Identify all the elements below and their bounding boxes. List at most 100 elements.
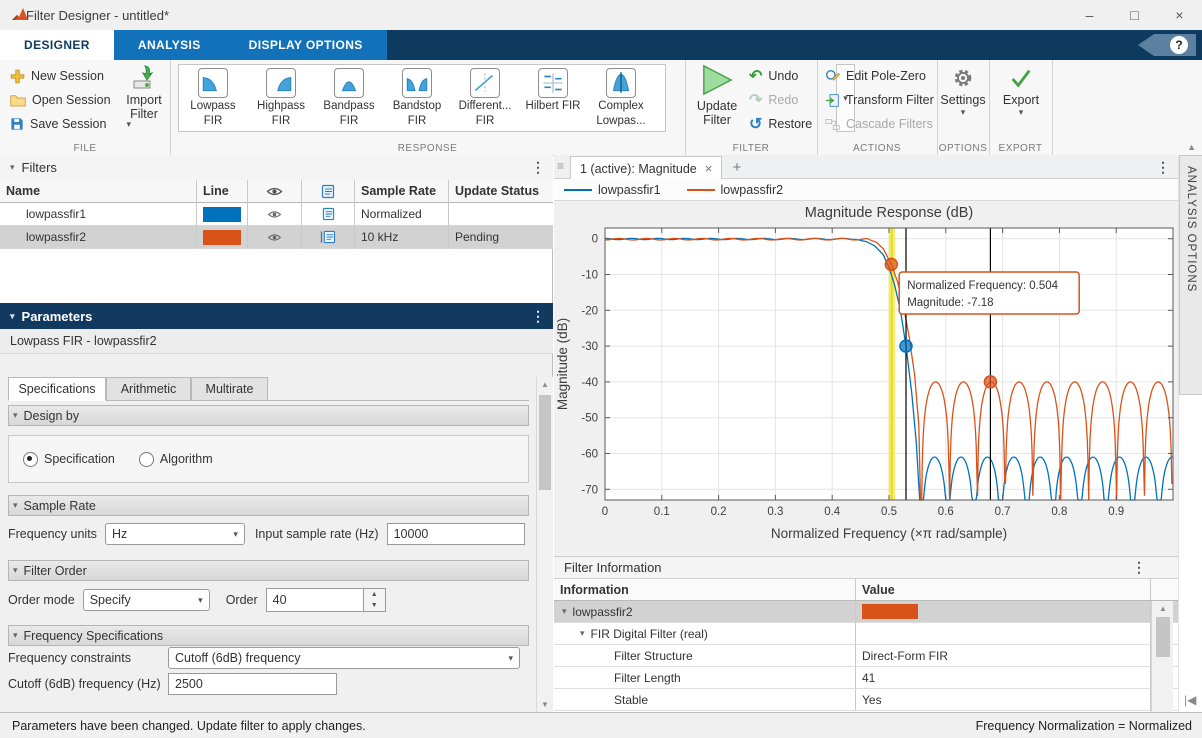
filter-row-lowpassfir2[interactable]: lowpassfir2 10 kHz Pending — [0, 226, 553, 249]
scroll-up-icon[interactable]: ▲ — [1152, 601, 1174, 616]
tab-arithmetic[interactable]: Arithmetic — [106, 377, 191, 401]
cascade-filters-button[interactable]: Cascade Filters — [825, 114, 933, 134]
close-button[interactable]: × — [1157, 0, 1202, 30]
tab-specifications[interactable]: Specifications — [8, 377, 106, 401]
sample-rate-header[interactable]: ▾ Sample Rate — [8, 495, 529, 516]
radio-algorithm[interactable]: Algorithm — [139, 452, 213, 467]
tree-expand-icon[interactable]: ▾ — [562, 606, 567, 617]
status-bar: Parameters have been changed. Update fil… — [0, 712, 1202, 738]
parameters-scrollbar[interactable]: ▲ ▼ — [536, 377, 553, 712]
restore-button[interactable]: ↺ Restore — [749, 114, 812, 134]
tree-expand-icon[interactable]: ▾ — [580, 628, 585, 639]
gallery-item-lowpass-fir[interactable]: Lowpass FIR — [179, 65, 247, 129]
order-mode-dropdown[interactable]: Specify ▾ — [83, 589, 210, 611]
frequency-constraints-label: Frequency constraints — [8, 651, 131, 665]
eye-icon — [267, 232, 282, 243]
filters-menu-icon[interactable]: ⋮ — [531, 159, 545, 176]
open-session-button[interactable]: Open Session — [10, 90, 111, 110]
tab-analysis[interactable]: ANALYSIS — [114, 30, 225, 60]
svg-text:0.1: 0.1 — [654, 506, 670, 518]
order-field[interactable]: 40 — [266, 588, 364, 612]
filter-info-menu-icon[interactable]: ⋮ — [1132, 559, 1146, 576]
info-row-fir-digital-filter[interactable]: ▾ FIR Digital Filter (real) — [554, 623, 1178, 645]
transform-filter-button[interactable]: Transform Filter — [825, 90, 934, 110]
tab-multirate[interactable]: Multirate — [191, 377, 268, 401]
line-color-swatch[interactable] — [203, 230, 241, 245]
visibility-cell[interactable] — [248, 226, 302, 249]
design-by-header[interactable]: ▾ Design by — [8, 405, 529, 426]
svg-text:-10: -10 — [581, 270, 598, 282]
sample-rate-cell: Normalized — [355, 203, 449, 226]
radio-specification[interactable]: Specification — [23, 452, 115, 467]
file-section: New Session Open Session Save Session ▾ … — [0, 60, 171, 155]
spinner-down-icon[interactable]: ▼ — [364, 600, 385, 611]
undo-button[interactable]: ↶ Undo — [749, 66, 798, 86]
parameters-collapse-icon[interactable]: ▾ — [10, 311, 15, 322]
export-button[interactable]: Export ▾ — [997, 66, 1045, 118]
annotation-cell[interactable] — [302, 226, 355, 249]
save-session-button[interactable]: Save Session ▾ — [10, 114, 131, 134]
plot-tab-magnitude[interactable]: 1 (active): Magnitude × — [570, 156, 722, 180]
frequency-specs-header[interactable]: ▾ Frequency Specifications — [8, 625, 529, 646]
edit-pole-zero-button[interactable]: Edit Pole-Zero — [825, 66, 926, 86]
frequency-units-dropdown-icon: ▾ — [233, 529, 238, 540]
frequency-units-label: Frequency units — [8, 527, 97, 541]
filter-order-header[interactable]: ▾ Filter Order — [8, 560, 529, 581]
info-label-cell: Filter Structure — [554, 645, 856, 667]
ribbon-collapse-icon[interactable]: ▲ — [1187, 142, 1196, 152]
gallery-item-hilbert-fir[interactable]: Hilbert FIR — [519, 65, 587, 129]
scrollbar-thumb[interactable] — [1156, 617, 1170, 657]
cutoff-frequency-field[interactable]: 2500 — [168, 673, 337, 695]
panel-grip-icon[interactable]: ≡ — [557, 159, 564, 173]
svg-text:0.4: 0.4 — [824, 506, 841, 518]
line-color-swatch[interactable] — [203, 207, 241, 222]
redo-button[interactable]: ↷ Redo — [749, 90, 798, 110]
maximize-button[interactable]: □ — [1112, 0, 1157, 30]
gallery-item-complex-lowpass[interactable]: Complex Lowpas... — [587, 65, 655, 129]
filters-collapse-icon[interactable]: ▾ — [10, 162, 15, 173]
legend-item-lowpassfir1: lowpassfir1 — [564, 183, 661, 197]
spinner-up-icon[interactable]: ▲ — [364, 589, 385, 600]
plot-menu-icon[interactable]: ⋮ — [1156, 159, 1170, 176]
scroll-up-icon[interactable]: ▲ — [537, 377, 553, 392]
import-filter-button[interactable]: Import Filter — [120, 64, 168, 121]
info-row-filter-length[interactable]: Filter Length 41 — [554, 667, 1178, 689]
parameters-menu-icon[interactable]: ⋮ — [531, 308, 545, 325]
dock-left-icon[interactable]: |◀ — [1184, 693, 1196, 707]
scrollbar-thumb[interactable] — [539, 395, 551, 490]
frequency-constraints-dropdown[interactable]: Cutoff (6dB) frequency ▾ — [168, 647, 520, 669]
analysis-options-tab[interactable]: ANALYSIS OPTIONS — [1179, 155, 1202, 395]
gallery-item-bandstop-fir[interactable]: Bandstop FIR — [383, 65, 451, 129]
gallery-item-bandpass-fir[interactable]: Bandpass FIR — [315, 65, 383, 129]
info-row-lowpassfir2[interactable]: ▾ lowpassfir2 — [554, 601, 1178, 623]
plot-tab-bar: ≡ 1 (active): Magnitude × + ⋮ — [554, 155, 1178, 179]
add-plot-tab-button[interactable]: + — [726, 157, 748, 177]
parameters-subtitle: Lowpass FIR - lowpassfir2 — [0, 329, 553, 354]
frequency-units-dropdown[interactable]: Hz ▾ — [105, 523, 245, 545]
settings-button[interactable]: Settings ▾ — [939, 66, 987, 118]
visibility-cell[interactable] — [248, 203, 302, 226]
minimize-button[interactable]: – — [1067, 0, 1112, 30]
gallery-item-highpass-fir[interactable]: Highpass FIR — [247, 65, 315, 129]
redo-icon: ↷ — [749, 90, 762, 110]
sample-rate-cell: 10 kHz — [355, 226, 449, 249]
annotation-cell[interactable] — [302, 203, 355, 226]
new-session-button[interactable]: New Session — [10, 66, 104, 86]
tab-designer[interactable]: DESIGNER — [0, 30, 114, 60]
tab-display-options[interactable]: DISPLAY OPTIONS — [225, 30, 387, 60]
info-row-filter-structure[interactable]: Filter Structure Direct-Form FIR — [554, 645, 1178, 667]
export-label: Export — [997, 93, 1045, 107]
magnitude-response-chart[interactable]: 00.10.20.30.40.50.60.70.80.90-10-20-30-4… — [554, 201, 1178, 556]
scroll-down-icon[interactable]: ▼ — [537, 697, 553, 712]
line-color-cell[interactable] — [197, 203, 248, 226]
update-filter-label1: Update — [691, 99, 743, 113]
close-tab-icon[interactable]: × — [705, 161, 713, 176]
input-sample-rate-field[interactable]: 10000 — [387, 523, 525, 545]
filter-row-lowpassfir1[interactable]: lowpassfir1 Normalized — [0, 203, 553, 226]
update-filter-button[interactable]: Update Filter — [691, 64, 743, 127]
restore-label: Restore — [768, 117, 812, 131]
gallery-item-differentiator-fir[interactable]: Different... FIR — [451, 65, 519, 129]
help-button[interactable]: ? — [1138, 34, 1196, 56]
info-row-stable[interactable]: Stable Yes — [554, 689, 1178, 711]
line-color-cell[interactable] — [197, 226, 248, 249]
